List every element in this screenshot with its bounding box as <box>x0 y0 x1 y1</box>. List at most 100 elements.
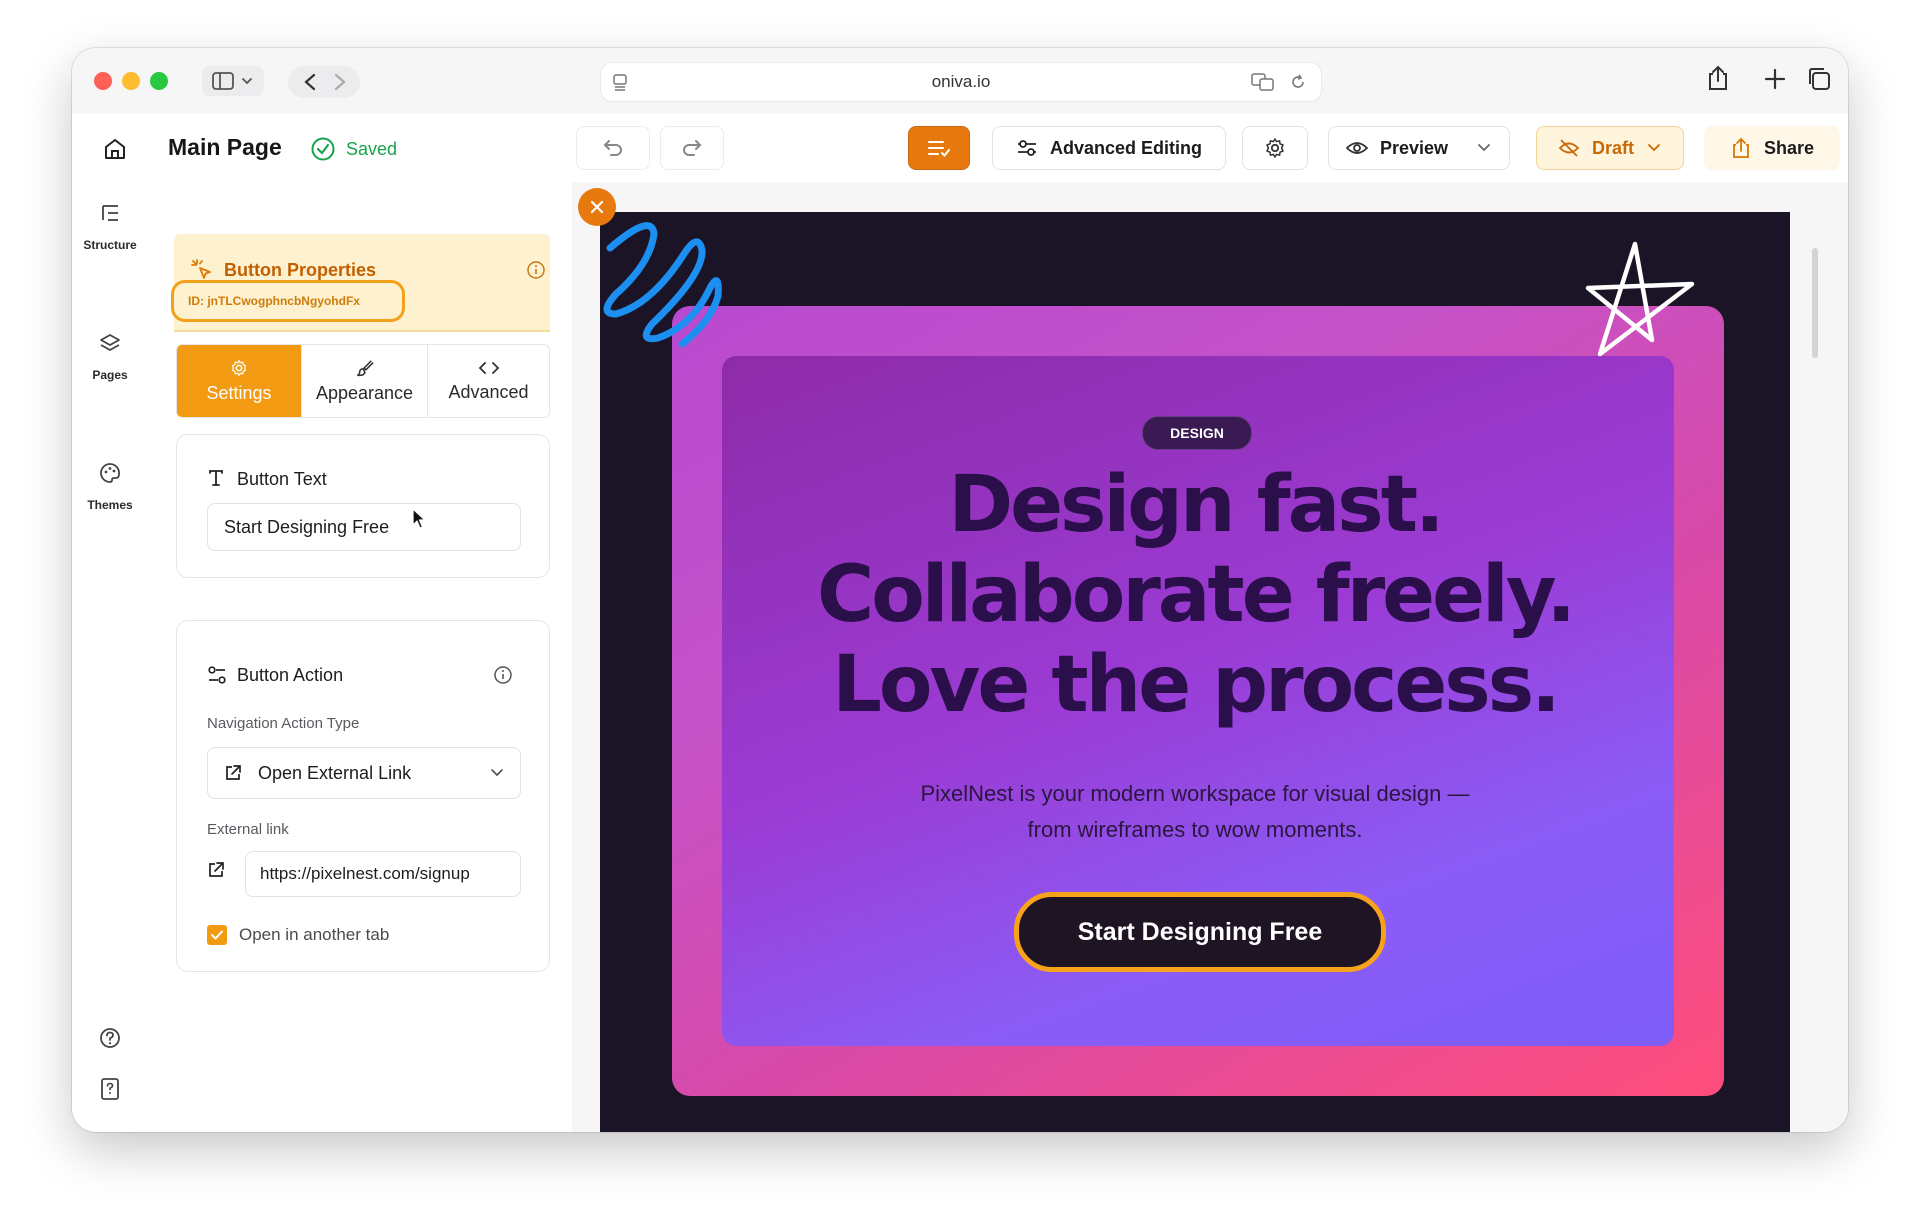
redo-button[interactable] <box>660 126 724 170</box>
button-text-card: Button Text Start Designing Free <box>176 434 550 578</box>
brush-icon <box>356 359 374 376</box>
sidebar-icon <box>212 72 252 90</box>
tab-label: Settings <box>206 382 272 403</box>
undo-icon <box>603 140 622 156</box>
rail-item-label: Pages <box>92 368 128 382</box>
star-doodle-icon <box>1585 241 1695 357</box>
rail-item-themes[interactable]: Themes <box>72 462 148 512</box>
advanced-editing-label: Advanced Editing <box>1049 137 1202 158</box>
panel-title: Button Properties <box>224 260 377 280</box>
share-sheet-icon[interactable] <box>1706 64 1730 92</box>
external-link-icon <box>226 765 241 780</box>
deselect-button[interactable] <box>578 188 616 226</box>
gear-icon <box>231 359 247 376</box>
design-badge: DESIGN <box>1142 416 1252 450</box>
share-button[interactable]: Share <box>1704 126 1840 170</box>
saved-status: Saved <box>310 136 397 162</box>
scribble-doodle-icon <box>603 222 722 348</box>
url-text: oniva.io <box>931 72 991 91</box>
zoom-window-button[interactable] <box>150 72 168 90</box>
address-bar[interactable]: oniva.io <box>600 62 1322 102</box>
settings-button[interactable] <box>1242 126 1308 170</box>
preview-dropdown[interactable]: Preview <box>1328 126 1510 170</box>
info-icon[interactable] <box>526 260 546 280</box>
hero-headline-line-1: Design fast. <box>948 460 1444 550</box>
undo-button[interactable] <box>576 126 650 170</box>
saved-label: Saved <box>346 138 398 159</box>
button-text-input[interactable]: Start Designing Free <box>207 503 521 551</box>
close-icon <box>590 200 604 214</box>
help-document-icon[interactable] <box>100 1077 120 1101</box>
layers-toggle-button[interactable] <box>908 126 970 170</box>
rail-item-label: Structure <box>83 238 137 252</box>
browser-window: oniva.io Main Page Saved Advanced Editin… <box>72 48 1848 1132</box>
tab-settings[interactable]: Settings <box>177 345 301 417</box>
external-link-label: External link <box>207 821 289 838</box>
tab-label: Appearance <box>315 382 414 403</box>
properties-panel: Button Properties ID: jnTLCwogphncbNgyoh… <box>148 182 572 1132</box>
text-type-icon <box>209 470 223 486</box>
tab-label: Advanced <box>448 381 529 402</box>
sidebar-toggle-button[interactable] <box>202 66 264 96</box>
button-action-label: Button Action <box>237 665 344 685</box>
layers-icon <box>100 334 120 351</box>
gear-icon <box>1266 138 1284 158</box>
share-label: Share <box>1763 137 1815 158</box>
cursor-click-icon <box>191 259 211 279</box>
rail-item-pages[interactable]: Pages <box>72 332 148 382</box>
preview-label: Preview <box>1379 137 1449 158</box>
canvas-scrollbar[interactable] <box>1812 248 1818 358</box>
page-title: Main Page <box>168 134 282 160</box>
page-menu-icon[interactable] <box>611 73 629 91</box>
nav-type-label: Navigation Action Type <box>207 715 360 732</box>
info-icon[interactable] <box>493 665 513 685</box>
tab-advanced[interactable]: Advanced <box>427 345 549 417</box>
close-window-button[interactable] <box>94 72 112 90</box>
rail-item-structure[interactable]: Structure <box>72 202 148 252</box>
open-new-tab-checkbox[interactable] <box>207 925 227 945</box>
minimize-window-button[interactable] <box>122 72 140 90</box>
external-link-icon <box>209 862 224 877</box>
left-rail: Structure Pages Themes <box>72 182 149 1132</box>
check-circle-icon <box>311 137 335 161</box>
tab-overview-icon[interactable] <box>1806 66 1832 92</box>
structure-icon <box>102 205 118 221</box>
hero-headline-line-2: Collaborate freely. <box>816 550 1576 640</box>
advanced-editing-button[interactable]: Advanced Editing <box>992 126 1226 170</box>
sliders-icon <box>1017 140 1036 156</box>
element-id-badge[interactable]: ID: jnTLCwogphncbNgyohdFx <box>171 280 405 322</box>
translate-icon[interactable] <box>1251 73 1275 91</box>
panel-tabs: Settings Appearance Advanced <box>176 344 550 418</box>
editor-header: Main Page Saved Advanced Editing Preview… <box>72 114 1848 183</box>
back-icon[interactable] <box>304 73 316 91</box>
browser-titlebar: oniva.io <box>72 48 1848 114</box>
tab-appearance[interactable]: Appearance <box>301 345 427 417</box>
hero-headline-line-3: Love the process. <box>832 640 1561 730</box>
action-sliders-icon <box>208 666 226 684</box>
help-circle-icon[interactable] <box>98 1026 122 1050</box>
open-new-tab-label: Open in another tab <box>239 925 390 944</box>
rail-item-label: Themes <box>87 498 133 512</box>
button-action-card: Button Action Navigation Action Type Ope… <box>176 620 550 972</box>
palette-icon <box>100 463 120 483</box>
draft-status-dropdown[interactable]: Draft <box>1536 126 1684 170</box>
chevron-down-icon <box>1648 144 1660 152</box>
hero-section[interactable]: DESIGN Design fast. Collaborate freely. … <box>600 212 1790 1132</box>
hero-subtext-line-1: PixelNest is your modern workspace for v… <box>920 781 1470 806</box>
redo-icon <box>683 140 702 156</box>
eye-icon <box>1345 142 1368 154</box>
hero-subtext-line-2: from wireframes to wow moments. <box>1027 817 1363 842</box>
new-tab-icon[interactable] <box>1764 68 1786 90</box>
home-icon[interactable] <box>102 136 128 162</box>
button-text-label: Button Text <box>237 469 327 489</box>
history-nav <box>288 66 360 98</box>
chevron-down-icon <box>491 769 503 777</box>
external-link-input[interactable]: https://pixelnest.com/signup <box>245 851 521 897</box>
list-check-icon <box>928 141 950 157</box>
forward-icon[interactable] <box>334 73 346 91</box>
reload-icon[interactable] <box>1289 73 1307 91</box>
nav-type-select[interactable]: Open External Link <box>207 747 521 799</box>
upload-icon <box>1733 137 1749 158</box>
eye-off-icon <box>1558 139 1580 157</box>
hero-cta-button[interactable]: Start Designing Free <box>1014 892 1386 972</box>
